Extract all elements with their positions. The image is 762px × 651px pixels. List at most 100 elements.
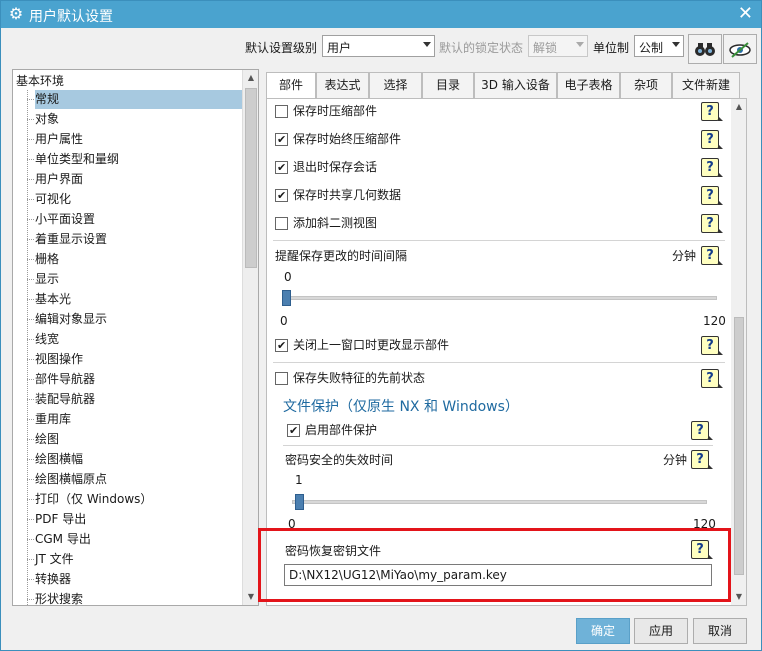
remind-slider-track[interactable] — [282, 296, 717, 300]
enable-protection-label: 启用部件保护 — [305, 423, 378, 437]
tree-item[interactable]: 着重显示设置 — [27, 230, 242, 249]
tree-connector — [27, 299, 34, 300]
unit-select[interactable]: 公制 — [634, 35, 684, 57]
tab-misc[interactable]: 杂项 — [620, 72, 672, 99]
tree-connector — [27, 479, 34, 480]
tree-item[interactable]: 显示 — [27, 270, 242, 289]
save-option[interactable]: 添加斜二测视图 — [275, 213, 695, 233]
tree-item[interactable]: 用户界面 — [27, 170, 242, 189]
tree-connector — [27, 499, 34, 500]
tab-selection[interactable]: 选择 — [369, 72, 422, 99]
scroll-down-icon[interactable]: ▼ — [243, 589, 258, 605]
tab-3d-input[interactable]: 3D 输入设备 — [474, 72, 557, 99]
ok-button[interactable]: 确定 — [576, 618, 630, 644]
tree-item[interactable]: 形状搜索 — [27, 590, 242, 605]
tree-root[interactable]: 基本环境 — [16, 72, 64, 89]
tree-item[interactable]: 用户属性 — [27, 130, 242, 149]
close-window-checkbox[interactable] — [275, 336, 288, 356]
help-icon[interactable]: ? — [691, 450, 713, 469]
option-label: 添加斜二测视图 — [293, 216, 378, 230]
tree-connector — [27, 159, 34, 160]
save-option[interactable]: 保存时始终压缩部件 — [275, 129, 695, 150]
tree-item[interactable]: 绘图 — [27, 430, 242, 449]
tree-item[interactable]: JT 文件 — [27, 550, 242, 569]
panel-scroll-thumb[interactable] — [734, 317, 744, 575]
help-icon[interactable]: ? — [701, 130, 723, 149]
tree-item-label: 着重显示设置 — [35, 232, 108, 246]
tab-part[interactable]: 部件 — [266, 72, 316, 100]
tree-item[interactable]: PDF 导出 — [27, 510, 242, 529]
tree-connector — [27, 339, 34, 340]
help-icon[interactable]: ? — [691, 421, 713, 440]
option-checkbox[interactable] — [275, 217, 288, 230]
tree-connector — [27, 599, 34, 600]
save-option[interactable]: 退出时保存会话 — [275, 157, 695, 178]
level-select[interactable]: 用户 — [322, 35, 435, 57]
remind-label: 提醒保存更改的时间间隔 — [275, 249, 408, 263]
tree-item-label: 小平面设置 — [35, 212, 96, 226]
tree-item[interactable]: 视图操作 — [27, 350, 242, 369]
help-icon[interactable]: ? — [701, 102, 723, 121]
tree-item[interactable]: 转换器 — [27, 570, 242, 589]
tree-item[interactable]: 单位类型和量纲 — [27, 150, 242, 169]
tree-item[interactable]: 常规 — [27, 90, 242, 109]
tree-item[interactable]: 基本光 — [27, 290, 242, 309]
tree-item[interactable]: 绘图横幅原点 — [27, 470, 242, 489]
tree-item[interactable]: 可视化 — [27, 190, 242, 209]
help-icon[interactable]: ? — [701, 369, 723, 388]
close-window-option[interactable]: 关闭上一窗口时更改显示部件 — [275, 335, 695, 356]
save-failed-checkbox[interactable] — [275, 372, 288, 385]
tree-scroll-thumb[interactable] — [245, 88, 257, 268]
tree-item[interactable]: 部件导航器 — [27, 370, 242, 389]
enable-protection-checkbox[interactable] — [287, 421, 300, 441]
file-protection-title: 文件保护（仅原生 NX 和 Windows） — [283, 399, 519, 415]
save-failed-option[interactable]: 保存失败特征的先前状态 — [275, 368, 695, 388]
pwd-expire-slider-track[interactable] — [292, 500, 707, 504]
find-button[interactable] — [688, 34, 722, 64]
tree-item-label: 栅格 — [35, 252, 60, 266]
tree-item[interactable]: 打印（仅 Windows） — [27, 490, 242, 509]
tree-connector — [27, 359, 34, 360]
tab-spreadsheet[interactable]: 电子表格 — [557, 72, 620, 99]
tree-item[interactable]: CGM 导出 — [27, 530, 242, 549]
option-checkbox[interactable] — [275, 186, 288, 206]
help-icon[interactable]: ? — [701, 246, 723, 265]
help-icon[interactable]: ? — [701, 186, 723, 205]
cancel-button[interactable]: 取消 — [693, 618, 747, 644]
tree-connector — [27, 119, 34, 120]
scroll-up-icon[interactable]: ▲ — [731, 99, 746, 115]
tree-item[interactable]: 线宽 — [27, 330, 242, 349]
remind-unit: 分钟 — [672, 249, 697, 263]
option-checkbox[interactable] — [275, 130, 288, 150]
pwd-expire-label: 密码安全的失效时间 — [285, 453, 394, 467]
scroll-up-icon[interactable]: ▲ — [243, 70, 258, 86]
enable-protection-option[interactable]: 启用部件保护 — [287, 420, 677, 441]
help-icon[interactable]: ? — [701, 158, 723, 177]
apply-button[interactable]: 应用 — [634, 618, 688, 644]
save-failed-label: 保存失败特征的先前状态 — [293, 371, 426, 385]
help-icon[interactable]: ? — [701, 336, 723, 355]
tab-expression[interactable]: 表达式 — [316, 72, 369, 99]
tree-item[interactable]: 对象 — [27, 110, 242, 129]
option-checkbox[interactable] — [275, 105, 288, 118]
tab-file-new[interactable]: 文件新建 — [672, 72, 740, 99]
tree-item[interactable]: 绘图横幅 — [27, 450, 242, 469]
tree-item[interactable]: 重用库 — [27, 410, 242, 429]
remind-slider-thumb[interactable] — [282, 290, 291, 306]
tree-item[interactable]: 栅格 — [27, 250, 242, 269]
tree-item[interactable]: 小平面设置 — [27, 210, 242, 229]
save-option[interactable]: 保存时共享几何数据 — [275, 185, 695, 206]
tree-item[interactable]: 装配导航器 — [27, 390, 242, 409]
option-checkbox[interactable] — [275, 158, 288, 178]
save-option[interactable]: 保存时压缩部件 — [275, 101, 695, 121]
tab-directory[interactable]: 目录 — [422, 72, 474, 99]
tree-scrollbar[interactable]: ▲ ▼ — [242, 70, 258, 605]
panel-scrollbar[interactable]: ▲ ▼ — [731, 99, 746, 605]
close-icon[interactable]: ✕ — [738, 4, 753, 24]
highlight-box — [258, 528, 731, 602]
scroll-down-icon[interactable]: ▼ — [731, 589, 746, 605]
tree-item[interactable]: 编辑对象显示 — [27, 310, 242, 329]
help-icon[interactable]: ? — [701, 214, 723, 233]
view-button[interactable] — [723, 34, 757, 64]
pwd-expire-slider-thumb[interactable] — [295, 494, 305, 510]
